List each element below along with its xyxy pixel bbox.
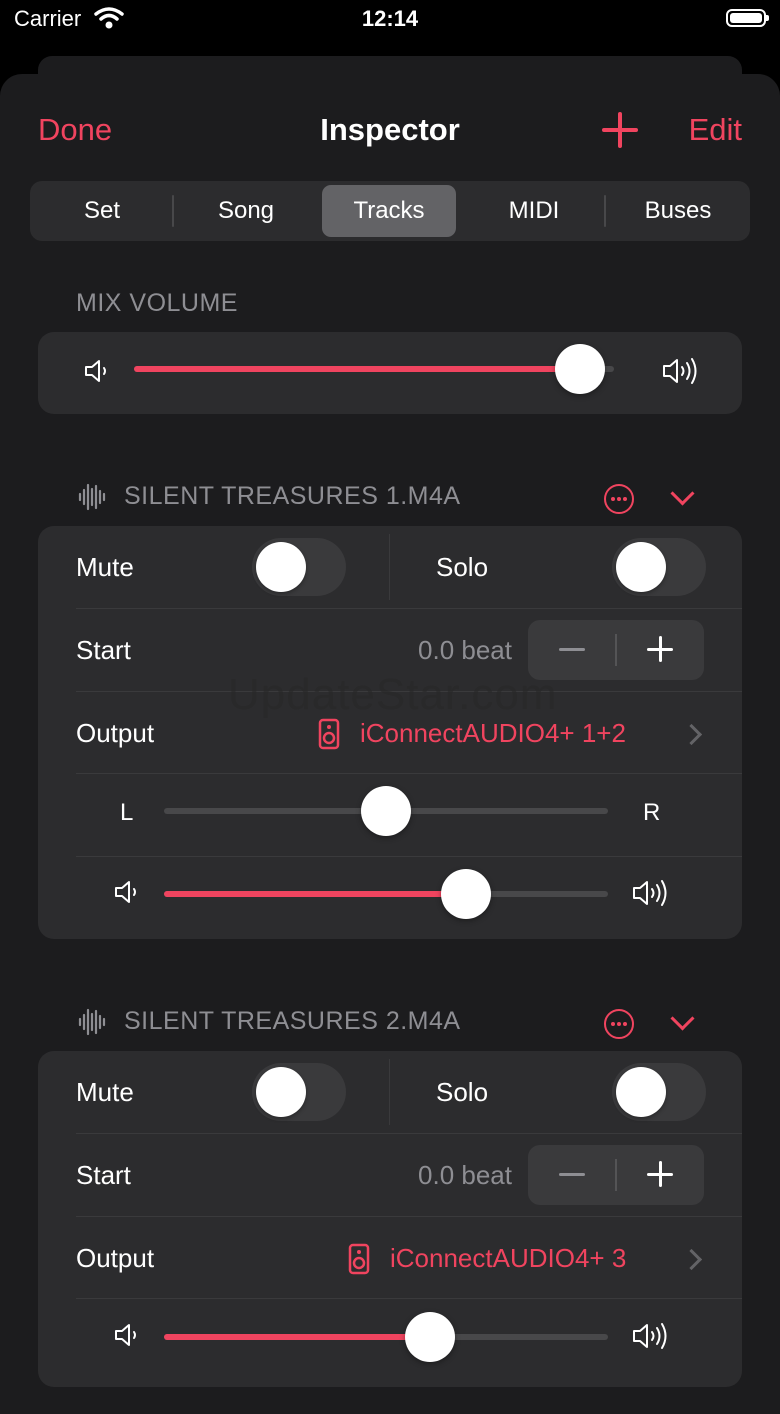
slider-knob[interactable] (405, 1312, 456, 1362)
volume-low-icon (115, 1324, 136, 1346)
track-title: SILENT TREASURES 2.M4A (124, 1007, 461, 1035)
mute-toggle[interactable] (252, 1063, 346, 1121)
divider (76, 1216, 742, 1217)
mix-volume-card (38, 332, 742, 414)
pan-left-label: L (120, 799, 134, 826)
divider (76, 608, 742, 609)
volume-high-icon (663, 358, 697, 384)
divider (76, 773, 742, 774)
solo-toggle[interactable] (612, 1063, 706, 1121)
volume-low-icon (115, 881, 136, 903)
mute-label: Mute (76, 552, 134, 582)
mix-volume-label: MIX VOLUME (76, 289, 238, 317)
page-title: Inspector (320, 112, 460, 147)
tab-segmented-control: Set Song Tracks MIDI Buses (30, 181, 750, 241)
decrement-button[interactable] (528, 1145, 616, 1205)
track-card: Mute Solo Start 0.0 beat Output iConnect… (38, 1051, 742, 1387)
track-card: Mute Solo Start 0.0 beat Output iConnect… (38, 526, 742, 939)
start-stepper[interactable] (528, 620, 704, 680)
more-options-icon[interactable] (604, 1009, 634, 1039)
clock: 12:14 (361, 6, 419, 31)
slider-fill (134, 366, 581, 372)
start-label: Start (76, 635, 131, 665)
track-volume-slider[interactable] (164, 1312, 608, 1362)
divider (389, 1059, 390, 1125)
mute-toggle[interactable] (252, 538, 346, 596)
slider-knob[interactable] (440, 869, 491, 919)
volume-high-icon (633, 880, 667, 906)
start-value: 0.0 beat (418, 635, 512, 665)
add-icon[interactable] (600, 110, 640, 150)
solo-label: Solo (436, 1077, 489, 1107)
chevron-right-icon[interactable] (680, 1248, 703, 1271)
mix-volume-slider[interactable] (134, 344, 614, 394)
divider (389, 534, 390, 600)
status-bar: Carrier 12:14 (0, 0, 780, 60)
output-label: Output (76, 718, 155, 748)
pan-right-label: R (643, 799, 661, 826)
divider (76, 691, 742, 692)
slider-knob[interactable] (361, 786, 411, 836)
slider-fill (164, 891, 466, 897)
slider-fill (164, 1334, 431, 1340)
solo-label: Solo (436, 552, 489, 582)
slider-knob[interactable] (555, 344, 606, 394)
edit-button[interactable]: Edit (689, 112, 742, 148)
mute-label: Mute (76, 1077, 134, 1107)
track-volume-slider[interactable] (164, 869, 608, 919)
speaker-icon (318, 718, 340, 750)
divider (76, 1298, 742, 1299)
increment-button[interactable] (616, 1145, 704, 1205)
tab-set[interactable]: Set (30, 181, 174, 241)
chevron-right-icon[interactable] (680, 723, 703, 746)
speaker-icon (348, 1243, 370, 1275)
waveform-icon (78, 483, 106, 511)
volume-low-icon (85, 360, 106, 382)
start-value: 0.0 beat (418, 1160, 512, 1190)
solo-toggle[interactable] (612, 538, 706, 596)
tab-midi[interactable]: MIDI (462, 181, 606, 241)
divider (76, 856, 742, 857)
decrement-button[interactable] (528, 620, 616, 680)
start-stepper[interactable] (528, 1145, 704, 1205)
output-label: Output (76, 1243, 155, 1273)
waveform-icon (78, 1008, 106, 1036)
volume-high-icon (633, 1323, 667, 1349)
track-title: SILENT TREASURES 1.M4A (124, 482, 461, 510)
increment-button[interactable] (616, 620, 704, 680)
output-value[interactable]: iConnectAUDIO4+ 1+2 (360, 718, 626, 749)
tab-buses[interactable]: Buses (606, 181, 750, 241)
tab-tracks[interactable]: Tracks (322, 185, 456, 237)
battery-icon (726, 9, 769, 27)
divider (76, 1133, 742, 1134)
pan-slider[interactable] (164, 786, 608, 836)
start-label: Start (76, 1160, 131, 1190)
more-options-icon[interactable] (604, 484, 634, 514)
tab-song[interactable]: Song (174, 181, 318, 241)
output-value[interactable]: iConnectAUDIO4+ 3 (390, 1243, 626, 1274)
